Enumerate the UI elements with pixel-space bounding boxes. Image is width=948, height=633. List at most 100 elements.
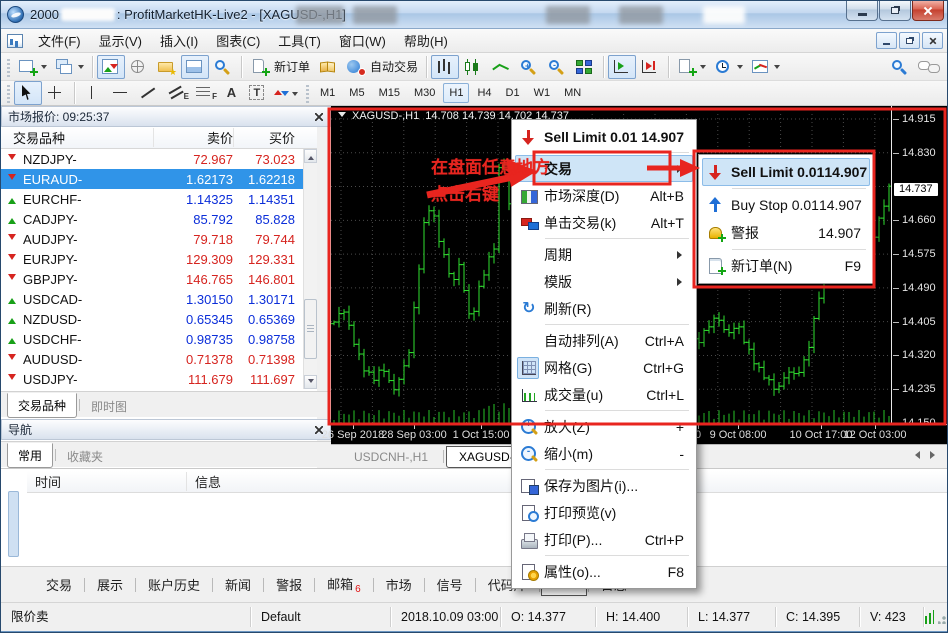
bar-chart-button[interactable] [431,55,459,79]
market-watch-row-NZDJPY-[interactable]: NZDJPY-72.96773.023 [1,149,317,169]
text-button[interactable]: A [219,81,244,105]
market-watch-column-headers[interactable]: 交易品种 卖价 买价 [1,127,317,149]
bottom-tab-7[interactable]: 信号 [426,571,474,598]
submenu-item-new-order[interactable]: 新订单(N)F9 [702,252,870,280]
timeframe-d1[interactable]: D1 [500,83,526,103]
context-menu-item-zoom-in[interactable]: 放大(Z)+ [515,413,693,440]
channel-button[interactable]: E [163,81,191,105]
market-watch-row-USDJPY-[interactable]: USDJPY-111.679111.697 [1,369,317,389]
bottom-tab-3[interactable]: 新闻 [214,571,262,598]
context-menu-item-one-click-trading[interactable]: 单击交易(k)Alt+T [515,209,693,236]
tabs-scroll-right-icon[interactable] [930,451,939,459]
close-button[interactable] [912,1,944,21]
timeframe-m1[interactable]: M1 [314,83,341,103]
context-menu-item-grid[interactable]: 网格(G)Ctrl+G [515,354,693,381]
submenu-item-sell-limit[interactable]: Sell Limit 0.0114.907 [702,158,870,186]
market-watch-tab-1[interactable]: 即时图 [80,394,138,419]
column-time[interactable]: 时间 [27,472,187,491]
scroll-down-button[interactable] [304,375,317,389]
chart-tab-0[interactable]: USDCNH-,H1 [341,446,441,468]
bottom-tab-6[interactable]: 市场 [375,571,423,598]
context-menu-item-save-as-picture[interactable]: 保存为图片(i)... [515,472,693,499]
context-menu-item-print[interactable]: 打印(P)...Ctrl+P [515,526,693,553]
search-button[interactable] [885,55,913,79]
market-watch-row-USDCHF-[interactable]: USDCHF-0.987350.98758 [1,329,317,349]
new-chart-button[interactable] [14,55,51,79]
cursor-button[interactable] [14,81,42,105]
market-watch-row-AUDUSD-[interactable]: AUDUSD-0.713780.71398 [1,349,317,369]
new-order-button[interactable]: 新订单 [246,55,314,79]
menubar-item-5[interactable]: 窗口(W) [330,28,395,53]
mdi-close-button[interactable] [922,32,943,49]
market-watch-row-EURCHF-[interactable]: EURCHF-1.143251.14351 [1,189,317,209]
market-watch-row-EURAUD-[interactable]: EURAUD-1.621731.62218 [1,169,317,189]
toolbar-grip[interactable] [306,83,309,103]
market-watch-button[interactable] [97,55,125,79]
market-watch-tab-0[interactable]: 交易品种 [7,393,77,418]
timeframe-h1[interactable]: H1 [443,83,469,103]
profiles-button[interactable] [51,55,88,79]
tabs-scroll-left-icon[interactable] [911,451,920,459]
autotrading-button[interactable]: 自动交易 [342,55,422,79]
market-watch-row-USDCAD-[interactable]: USDCAD-1.301501.30171 [1,289,317,309]
bottom-tab-1[interactable]: 展示 [86,571,134,598]
menubar-item-0[interactable]: 文件(F) [29,28,90,53]
context-menu-item-print-preview[interactable]: 打印预览(v) [515,499,693,526]
toolbar-grip[interactable] [7,83,10,103]
metaeditor-button[interactable] [314,55,342,79]
timeframe-m5[interactable]: M5 [343,83,370,103]
navigator-tab-1[interactable]: 收藏夹 [56,444,114,469]
column-ask[interactable]: 买价 [233,128,317,147]
mdi-restore-button[interactable] [899,32,920,49]
community-button[interactable] [913,55,947,79]
column-message[interactable]: 信息 [187,472,221,491]
toolbar-grip[interactable] [7,57,10,77]
context-menu-item-trade[interactable]: 交易 [515,155,693,182]
timeframe-m30[interactable]: M30 [408,83,441,103]
terminal-column-headers[interactable]: 时间 信息 [27,471,948,493]
arrows-button[interactable] [269,81,302,105]
menubar-item-3[interactable]: 图表(C) [207,28,269,53]
timeframe-m15[interactable]: M15 [373,83,406,103]
periods-button[interactable] [710,55,747,79]
title-bar[interactable]: 2000 : ProfitMarketHK-Live2 - [XAGUSD-,H… [1,1,948,29]
context-menu-item-auto-arrange[interactable]: 自动排列(A)Ctrl+A [515,327,693,354]
market-watch-row-EURJPY-[interactable]: EURJPY-129.309129.331 [1,249,317,269]
market-watch-row-GBPJPY-[interactable]: GBPJPY-146.765146.801 [1,269,317,289]
horizontal-line-button[interactable] [107,81,135,105]
navigator-header[interactable]: 导航 [1,419,331,440]
bottom-tab-2[interactable]: 账户历史 [137,571,211,598]
timeframe-h4[interactable]: H4 [471,83,497,103]
context-menu-item-templates[interactable]: 模版 [515,268,693,295]
bottom-tab-0[interactable]: 交易 [35,571,83,598]
market-watch-row-NZDUSD-[interactable]: NZDUSD-0.653450.65369 [1,309,317,329]
market-watch-header[interactable]: 市场报价: 09:25:37 [1,106,331,127]
market-watch-row-CADJPY-[interactable]: CADJPY-85.79285.828 [1,209,317,229]
chart-menu-triangle-icon[interactable] [338,112,346,121]
line-chart-button[interactable] [487,55,515,79]
indicators-button[interactable] [673,55,710,79]
scrollbar-thumb[interactable] [304,299,317,359]
resize-grip[interactable] [938,611,947,624]
chart-window-icon[interactable] [7,34,23,48]
restore-button[interactable] [879,1,911,21]
chart-shift-button[interactable] [636,55,664,79]
price-axis[interactable]: 14.91514.83014.66014.57514.49014.40514.3… [891,106,948,424]
strategy-tester-button[interactable] [209,55,237,79]
crosshair-button[interactable] [42,81,70,105]
column-bid[interactable]: 卖价 [153,128,233,147]
terminal-scrollbar[interactable] [8,491,19,557]
market-watch-scrollbar[interactable] [303,149,317,389]
vertical-line-button[interactable] [79,81,107,105]
terminal-button[interactable] [181,55,209,79]
menubar-item-6[interactable]: 帮助(H) [395,28,457,53]
context-menu-item-properties[interactable]: 属性(o)...F8 [515,558,693,585]
menubar-item-4[interactable]: 工具(T) [269,28,330,53]
navigator-tab-0[interactable]: 常用 [7,443,53,468]
navigator-button[interactable]: ★ [153,55,181,79]
menubar-item-2[interactable]: 插入(I) [151,28,207,53]
timeframe-mn[interactable]: MN [558,83,587,103]
candlestick-button[interactable] [459,55,487,79]
column-symbol[interactable]: 交易品种 [1,128,153,147]
bottom-tab-4[interactable]: 警报 [265,571,313,598]
